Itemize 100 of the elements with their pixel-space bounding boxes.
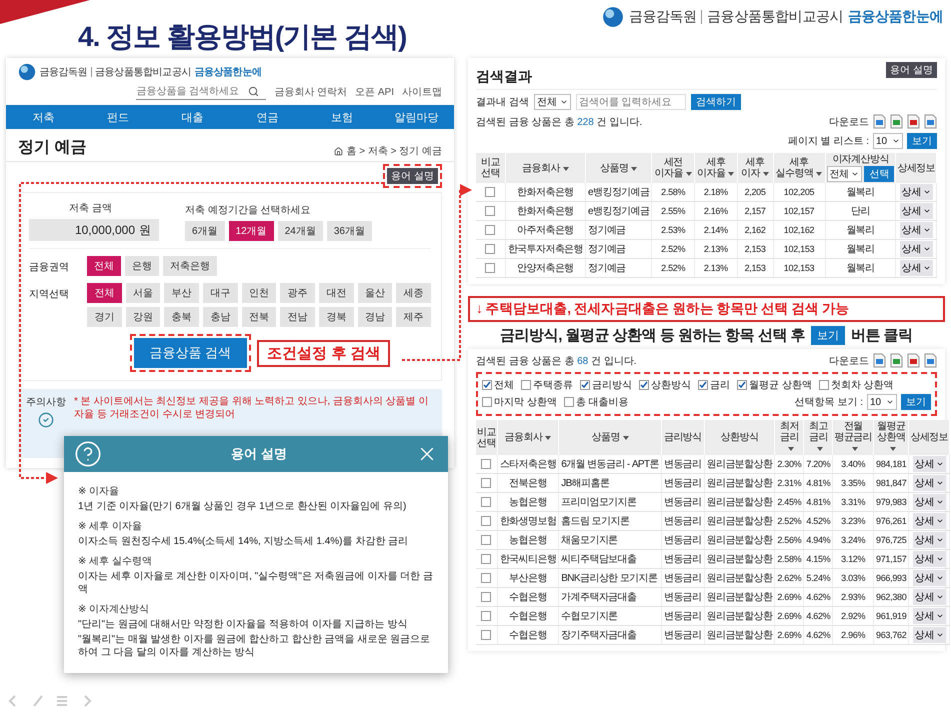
checkbox[interactable]	[485, 262, 496, 273]
detail-button[interactable]: 상세	[912, 570, 946, 586]
table-cell: 6개월 변동금리 - APT론	[558, 455, 662, 474]
product-search-button[interactable]: 금융상품 검색	[134, 338, 248, 368]
spreadsheet-icon	[890, 114, 903, 129]
checkbox[interactable]	[481, 572, 492, 583]
checkbox[interactable]	[481, 458, 492, 469]
detail-button[interactable]: 상세	[912, 456, 946, 472]
search-button[interactable]: 검색하기	[690, 94, 741, 110]
menu-icon[interactable]	[54, 693, 70, 709]
checkbox[interactable]	[481, 478, 492, 488]
detail-button[interactable]: 상세	[912, 532, 946, 548]
region-option[interactable]: 대전	[319, 283, 354, 303]
page-size-select[interactable]: 10	[873, 133, 903, 149]
table-cell: 2,153	[737, 240, 773, 258]
checkbox[interactable]	[482, 380, 492, 390]
checkbox[interactable]	[564, 397, 574, 407]
region-option[interactable]: 인천	[242, 283, 276, 303]
region-option[interactable]: 충남	[203, 307, 238, 327]
search-field[interactable]: 금융상품을 검색하세요	[136, 84, 266, 100]
view-button[interactable]: 보기	[907, 133, 937, 149]
detail-button[interactable]: 상세	[912, 551, 946, 567]
amount-field[interactable]: 10,000,000 원	[29, 219, 159, 241]
checkbox[interactable]	[481, 630, 492, 640]
checkbox[interactable]	[481, 496, 492, 507]
region-option[interactable]: 부산	[164, 283, 199, 303]
nav-item[interactable]: 보험	[304, 110, 380, 124]
region-option[interactable]: 서울	[126, 283, 160, 303]
region-option[interactable]: 경북	[319, 307, 354, 327]
select-button[interactable]: 선택	[864, 166, 894, 182]
region-option[interactable]: 충북	[164, 307, 199, 327]
sector-option[interactable]: 전체	[87, 256, 121, 276]
method-select[interactable]: 전체	[826, 166, 862, 182]
region-option[interactable]: 대구	[203, 283, 238, 303]
checkbox[interactable]	[481, 554, 492, 564]
field-label: 금융권역	[29, 261, 70, 274]
term-heading: ※ 세후 이자율	[78, 520, 143, 533]
sector-option[interactable]: 저축은행	[163, 256, 217, 276]
table-cell: 2,205	[737, 183, 773, 202]
detail-button[interactable]: 상세	[912, 608, 946, 624]
option-label: 월평균 상환액	[749, 379, 812, 392]
detail-button[interactable]: 상세	[900, 260, 933, 276]
checkbox[interactable]	[698, 380, 708, 390]
sector-option[interactable]: 은행	[125, 256, 159, 276]
nav-item[interactable]: 알림마당	[379, 110, 454, 124]
detail-button[interactable]: 상세	[912, 475, 946, 491]
table-cell: 변동금리	[661, 588, 704, 606]
detail-button[interactable]: 상세	[912, 513, 946, 529]
glossary-button[interactable]: 용어 설명	[886, 62, 937, 78]
region-option[interactable]: 울산	[358, 283, 392, 303]
detail-button[interactable]: 상세	[900, 203, 933, 219]
detail-button[interactable]: 상세	[912, 627, 946, 643]
detail-button[interactable]: 상세	[912, 589, 946, 605]
region-option[interactable]: 강원	[126, 307, 160, 327]
nav-item[interactable]: 저축	[6, 110, 81, 124]
region-option[interactable]: 제주	[396, 307, 431, 327]
checkbox[interactable]	[485, 244, 496, 254]
checkbox[interactable]	[481, 610, 492, 621]
checkbox[interactable]	[481, 592, 492, 602]
region-option[interactable]: 전남	[280, 307, 315, 327]
detail-button[interactable]: 상세	[900, 184, 933, 200]
header-link[interactable]: 사이트맵	[402, 85, 442, 99]
checkbox[interactable]	[521, 380, 531, 390]
chevron-down-icon	[936, 555, 944, 563]
nav-item[interactable]: 펀드	[80, 110, 156, 124]
instruction-text: 금리방식, 월평균 상환액 등 원하는 항목 선택 후	[500, 326, 806, 345]
region-option[interactable]: 광주	[280, 283, 315, 303]
region-option[interactable]: 경기	[87, 307, 122, 327]
detail-button[interactable]: 상세	[912, 494, 946, 510]
checkbox[interactable]	[818, 380, 829, 390]
checkbox[interactable]	[580, 380, 590, 390]
detail-button[interactable]: 상세	[900, 241, 933, 257]
period-option[interactable]: 24개월	[278, 221, 323, 241]
period-option[interactable]: 12개월	[228, 221, 274, 241]
region-option[interactable]: 전북	[242, 307, 276, 327]
page-size-select[interactable]: 10	[867, 394, 897, 410]
view-button[interactable]: 보기	[811, 326, 846, 345]
nav-item[interactable]: 대출	[155, 110, 230, 124]
keyword-field[interactable]: 검색어를 입력하세요	[576, 94, 686, 110]
scope-select[interactable]: 전체	[534, 94, 571, 110]
checkbox[interactable]	[737, 380, 747, 390]
checkbox[interactable]	[481, 516, 492, 526]
nav-item[interactable]: 연금	[230, 110, 305, 124]
header-link[interactable]: 금융회사 연락처	[274, 85, 348, 99]
view-button[interactable]: 보기	[901, 394, 931, 410]
checkbox[interactable]	[485, 224, 496, 235]
detail-button[interactable]: 상세	[900, 222, 933, 238]
region-option[interactable]: 전체	[87, 283, 122, 303]
period-option[interactable]: 36개월	[326, 221, 372, 241]
checkbox[interactable]	[482, 397, 492, 407]
glossary-button[interactable]: 용어 설명	[387, 168, 438, 184]
region-option[interactable]: 경남	[358, 307, 392, 327]
region-option[interactable]: 세종	[396, 283, 431, 303]
period-option[interactable]: 6개월	[185, 221, 225, 241]
table-cell: 2.14%	[694, 220, 738, 240]
checkbox[interactable]	[639, 380, 649, 390]
checkbox[interactable]	[485, 206, 496, 216]
checkbox[interactable]	[481, 534, 492, 545]
header-link[interactable]: 오픈 API	[355, 85, 394, 99]
checkbox[interactable]	[485, 186, 496, 197]
